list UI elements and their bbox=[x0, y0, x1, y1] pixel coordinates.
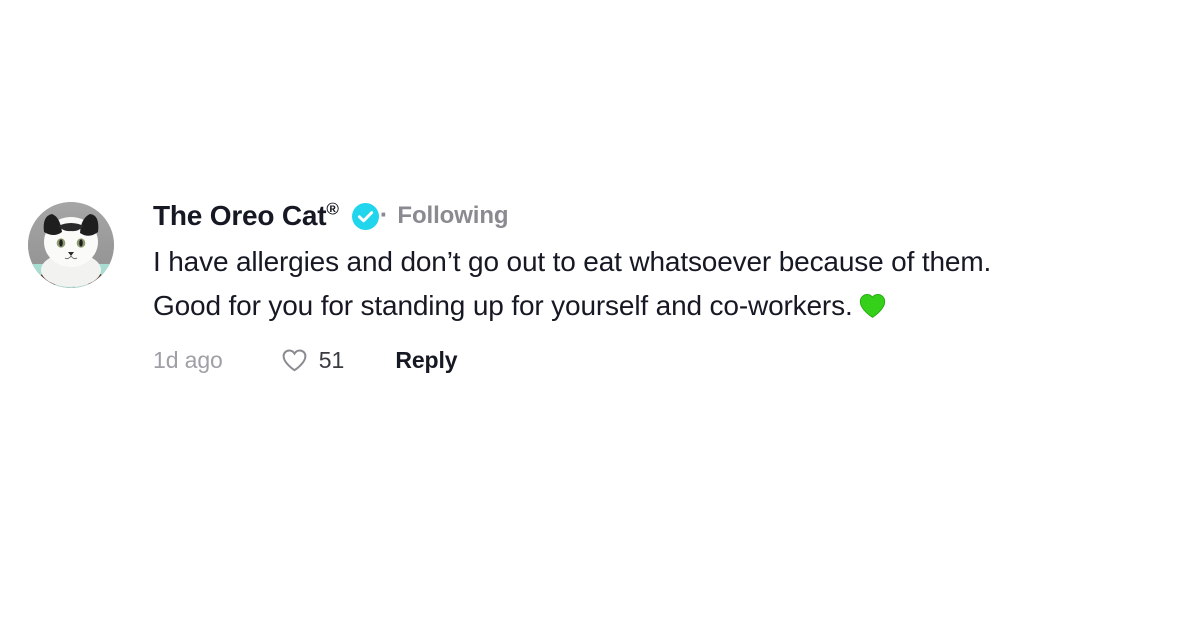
comment-text: I have allergies and don’t go out to eat… bbox=[153, 240, 991, 328]
heart-outline-icon[interactable] bbox=[281, 347, 308, 374]
author-name-text: The Oreo Cat bbox=[153, 200, 327, 231]
reply-button[interactable]: Reply bbox=[395, 348, 457, 372]
separator-dot: · bbox=[379, 199, 389, 229]
comment-header: The Oreo Cat® · Following bbox=[153, 198, 991, 234]
comment-text-line-1: I have allergies and don’t go out to eat… bbox=[153, 246, 992, 277]
verified-badge-icon bbox=[351, 202, 379, 230]
author-username[interactable]: The Oreo Cat® bbox=[153, 199, 339, 231]
follow-status-label[interactable]: Following bbox=[397, 204, 508, 228]
like-count: 51 bbox=[318, 346, 345, 373]
comment-item: The Oreo Cat® · Following I have allergi… bbox=[28, 198, 991, 375]
green-heart-emoji-icon bbox=[859, 293, 886, 319]
comment-card-canvas: The Oreo Cat® · Following I have allergi… bbox=[0, 0, 1200, 628]
comment-timestamp: 1d ago bbox=[153, 346, 223, 373]
like-group[interactable]: 51 bbox=[281, 346, 345, 374]
registered-trademark-icon: ® bbox=[326, 199, 339, 219]
comment-meta-row: 1d ago 51 Reply bbox=[153, 345, 991, 375]
comment-body: The Oreo Cat® · Following I have allergi… bbox=[153, 198, 991, 375]
avatar[interactable] bbox=[28, 202, 114, 288]
comment-text-line-2: Good for you for standing up for yoursel… bbox=[153, 290, 853, 321]
